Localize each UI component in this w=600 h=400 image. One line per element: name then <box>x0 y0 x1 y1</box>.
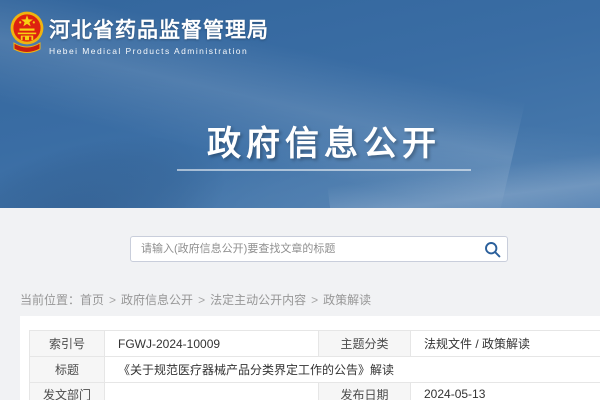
breadcrumb: 当前位置：首页 > 政府信息公开 > 法定主动公开内容 > 政策解读 <box>20 291 371 308</box>
index-number-label: 索引号 <box>30 331 105 357</box>
breadcrumb-item-policy-interpretation: 政策解读 <box>323 293 371 307</box>
breadcrumb-separator: > <box>109 293 116 307</box>
breadcrumb-label: 当前位置： <box>20 293 80 307</box>
title-label: 标题 <box>30 357 105 383</box>
national-emblem-icon <box>10 9 44 57</box>
org-text: 河北省药品监督管理局 Hebei Medical Products Admini… <box>49 9 269 56</box>
search-icon <box>484 241 501 258</box>
breadcrumb-item-statutory-content[interactable]: 法定主动公开内容 <box>210 293 306 307</box>
topic-category-label: 主题分类 <box>319 331 411 357</box>
page-title: 政府信息公开 <box>176 116 472 165</box>
issuing-department-value <box>105 383 319 400</box>
content-panel: 索引号 FGWJ-2024-10009 主题分类 法规文件 / 政策解读 标题 … <box>20 316 600 400</box>
breadcrumb-separator: > <box>311 293 318 307</box>
breadcrumb-item-home[interactable]: 首页 <box>80 293 104 307</box>
header-banner: 河北省药品监督管理局 Hebei Medical Products Admini… <box>0 0 600 208</box>
search-input[interactable] <box>131 237 477 261</box>
publish-date-value: 2024-05-13 <box>411 383 600 400</box>
title-underline <box>177 169 471 171</box>
issuing-department-label: 发文部门 <box>30 383 105 400</box>
page: 河北省药品监督管理局 Hebei Medical Products Admini… <box>0 0 600 400</box>
breadcrumb-item-info-disclosure[interactable]: 政府信息公开 <box>121 293 193 307</box>
topic-category-value: 法规文件 / 政策解读 <box>411 331 600 357</box>
breadcrumb-separator: > <box>198 293 205 307</box>
org-name-en: Hebei Medical Products Administration <box>49 46 269 56</box>
index-number-value: FGWJ-2024-10009 <box>105 331 319 357</box>
search-button[interactable] <box>477 237 507 261</box>
publish-date-label: 发布日期 <box>319 383 411 400</box>
search-box <box>130 236 508 262</box>
info-table: 索引号 FGWJ-2024-10009 主题分类 法规文件 / 政策解读 标题 … <box>29 330 600 400</box>
title-value: 《关于规范医疗器械产品分类界定工作的公告》解读 <box>105 357 600 383</box>
site-logo[interactable]: 河北省药品监督管理局 Hebei Medical Products Admini… <box>10 9 269 57</box>
org-name-cn: 河北省药品监督管理局 <box>49 20 269 41</box>
